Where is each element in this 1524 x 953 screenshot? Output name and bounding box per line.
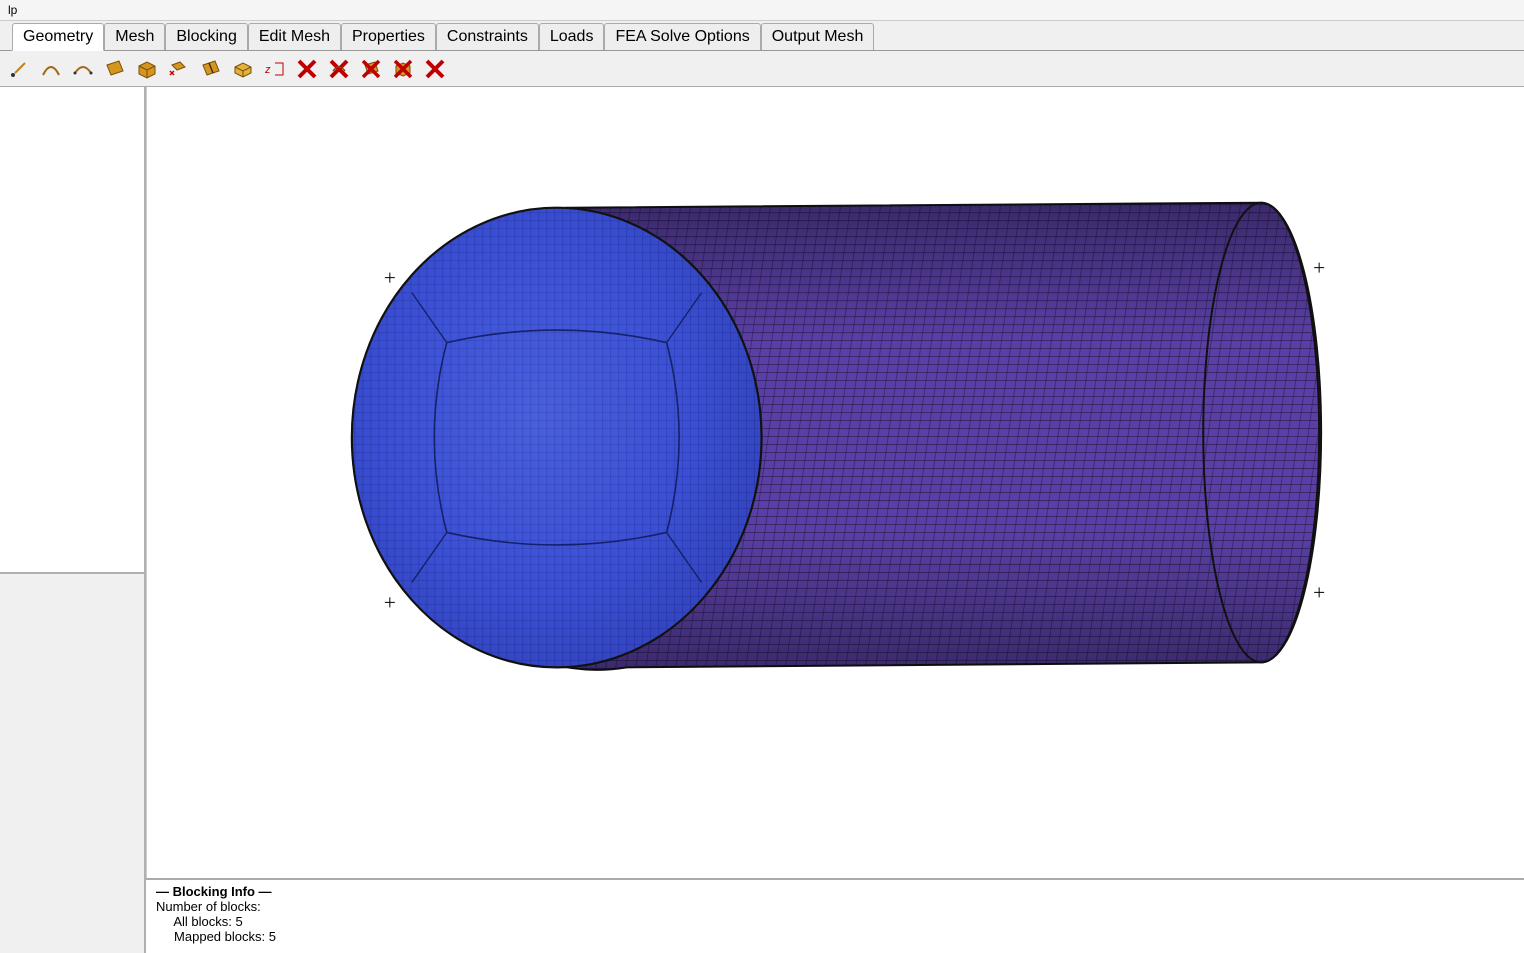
tab-mesh[interactable]: Mesh	[104, 23, 165, 50]
tab-blocking[interactable]: Blocking	[165, 23, 247, 50]
create-surface-icon[interactable]	[100, 55, 130, 83]
svg-text:z: z	[264, 64, 271, 76]
toolbar: z	[0, 51, 1524, 87]
mesh-model	[147, 87, 1524, 878]
main-area: — Blocking Info — Number of blocks: All …	[0, 87, 1524, 953]
create-body-icon[interactable]	[132, 55, 162, 83]
side-panel	[0, 87, 146, 953]
viewport-3d[interactable]	[146, 87, 1524, 878]
viewport-wrap: — Blocking Info — Number of blocks: All …	[146, 87, 1524, 953]
delete-curve-icon[interactable]	[324, 55, 354, 83]
repair-geometry-icon[interactable]	[196, 55, 226, 83]
log-line-2: All blocks: 5	[156, 914, 1514, 929]
tab-constraints[interactable]: Constraints	[436, 23, 539, 50]
properties-panel[interactable]	[0, 574, 144, 953]
delete-body-icon[interactable]	[388, 55, 418, 83]
tab-loads[interactable]: Loads	[539, 23, 605, 50]
create-point-icon[interactable]	[4, 55, 34, 83]
log-line-3: Mapped blocks: 5	[156, 929, 1514, 944]
extrude-icon[interactable]	[228, 55, 258, 83]
transform-geometry-icon[interactable]	[164, 55, 194, 83]
tab-output-mesh[interactable]: Output Mesh	[761, 23, 875, 50]
log-line-1: Number of blocks:	[156, 899, 1514, 914]
tab-edit-mesh[interactable]: Edit Mesh	[248, 23, 341, 50]
delete-point-icon[interactable]	[292, 55, 322, 83]
create-curve-icon[interactable]	[36, 55, 66, 83]
tab-geometry[interactable]: Geometry	[12, 23, 104, 51]
log-panel[interactable]: — Blocking Info — Number of blocks: All …	[146, 878, 1524, 953]
delete-surface-icon[interactable]	[356, 55, 386, 83]
log-header: — Blocking Info —	[156, 884, 1514, 899]
create-arc-icon[interactable]	[68, 55, 98, 83]
tabs-row: Geometry Mesh Blocking Edit Mesh Propert…	[0, 21, 1524, 51]
tree-panel[interactable]	[0, 87, 144, 574]
split-icon[interactable]: z	[260, 55, 290, 83]
menu-help[interactable]: lp	[4, 2, 21, 18]
tab-fea-solve-options[interactable]: FEA Solve Options	[604, 23, 760, 50]
cylinder-front-face	[352, 208, 762, 668]
menubar: lp	[0, 0, 1524, 21]
tab-properties[interactable]: Properties	[341, 23, 436, 50]
delete-any-icon[interactable]	[420, 55, 450, 83]
